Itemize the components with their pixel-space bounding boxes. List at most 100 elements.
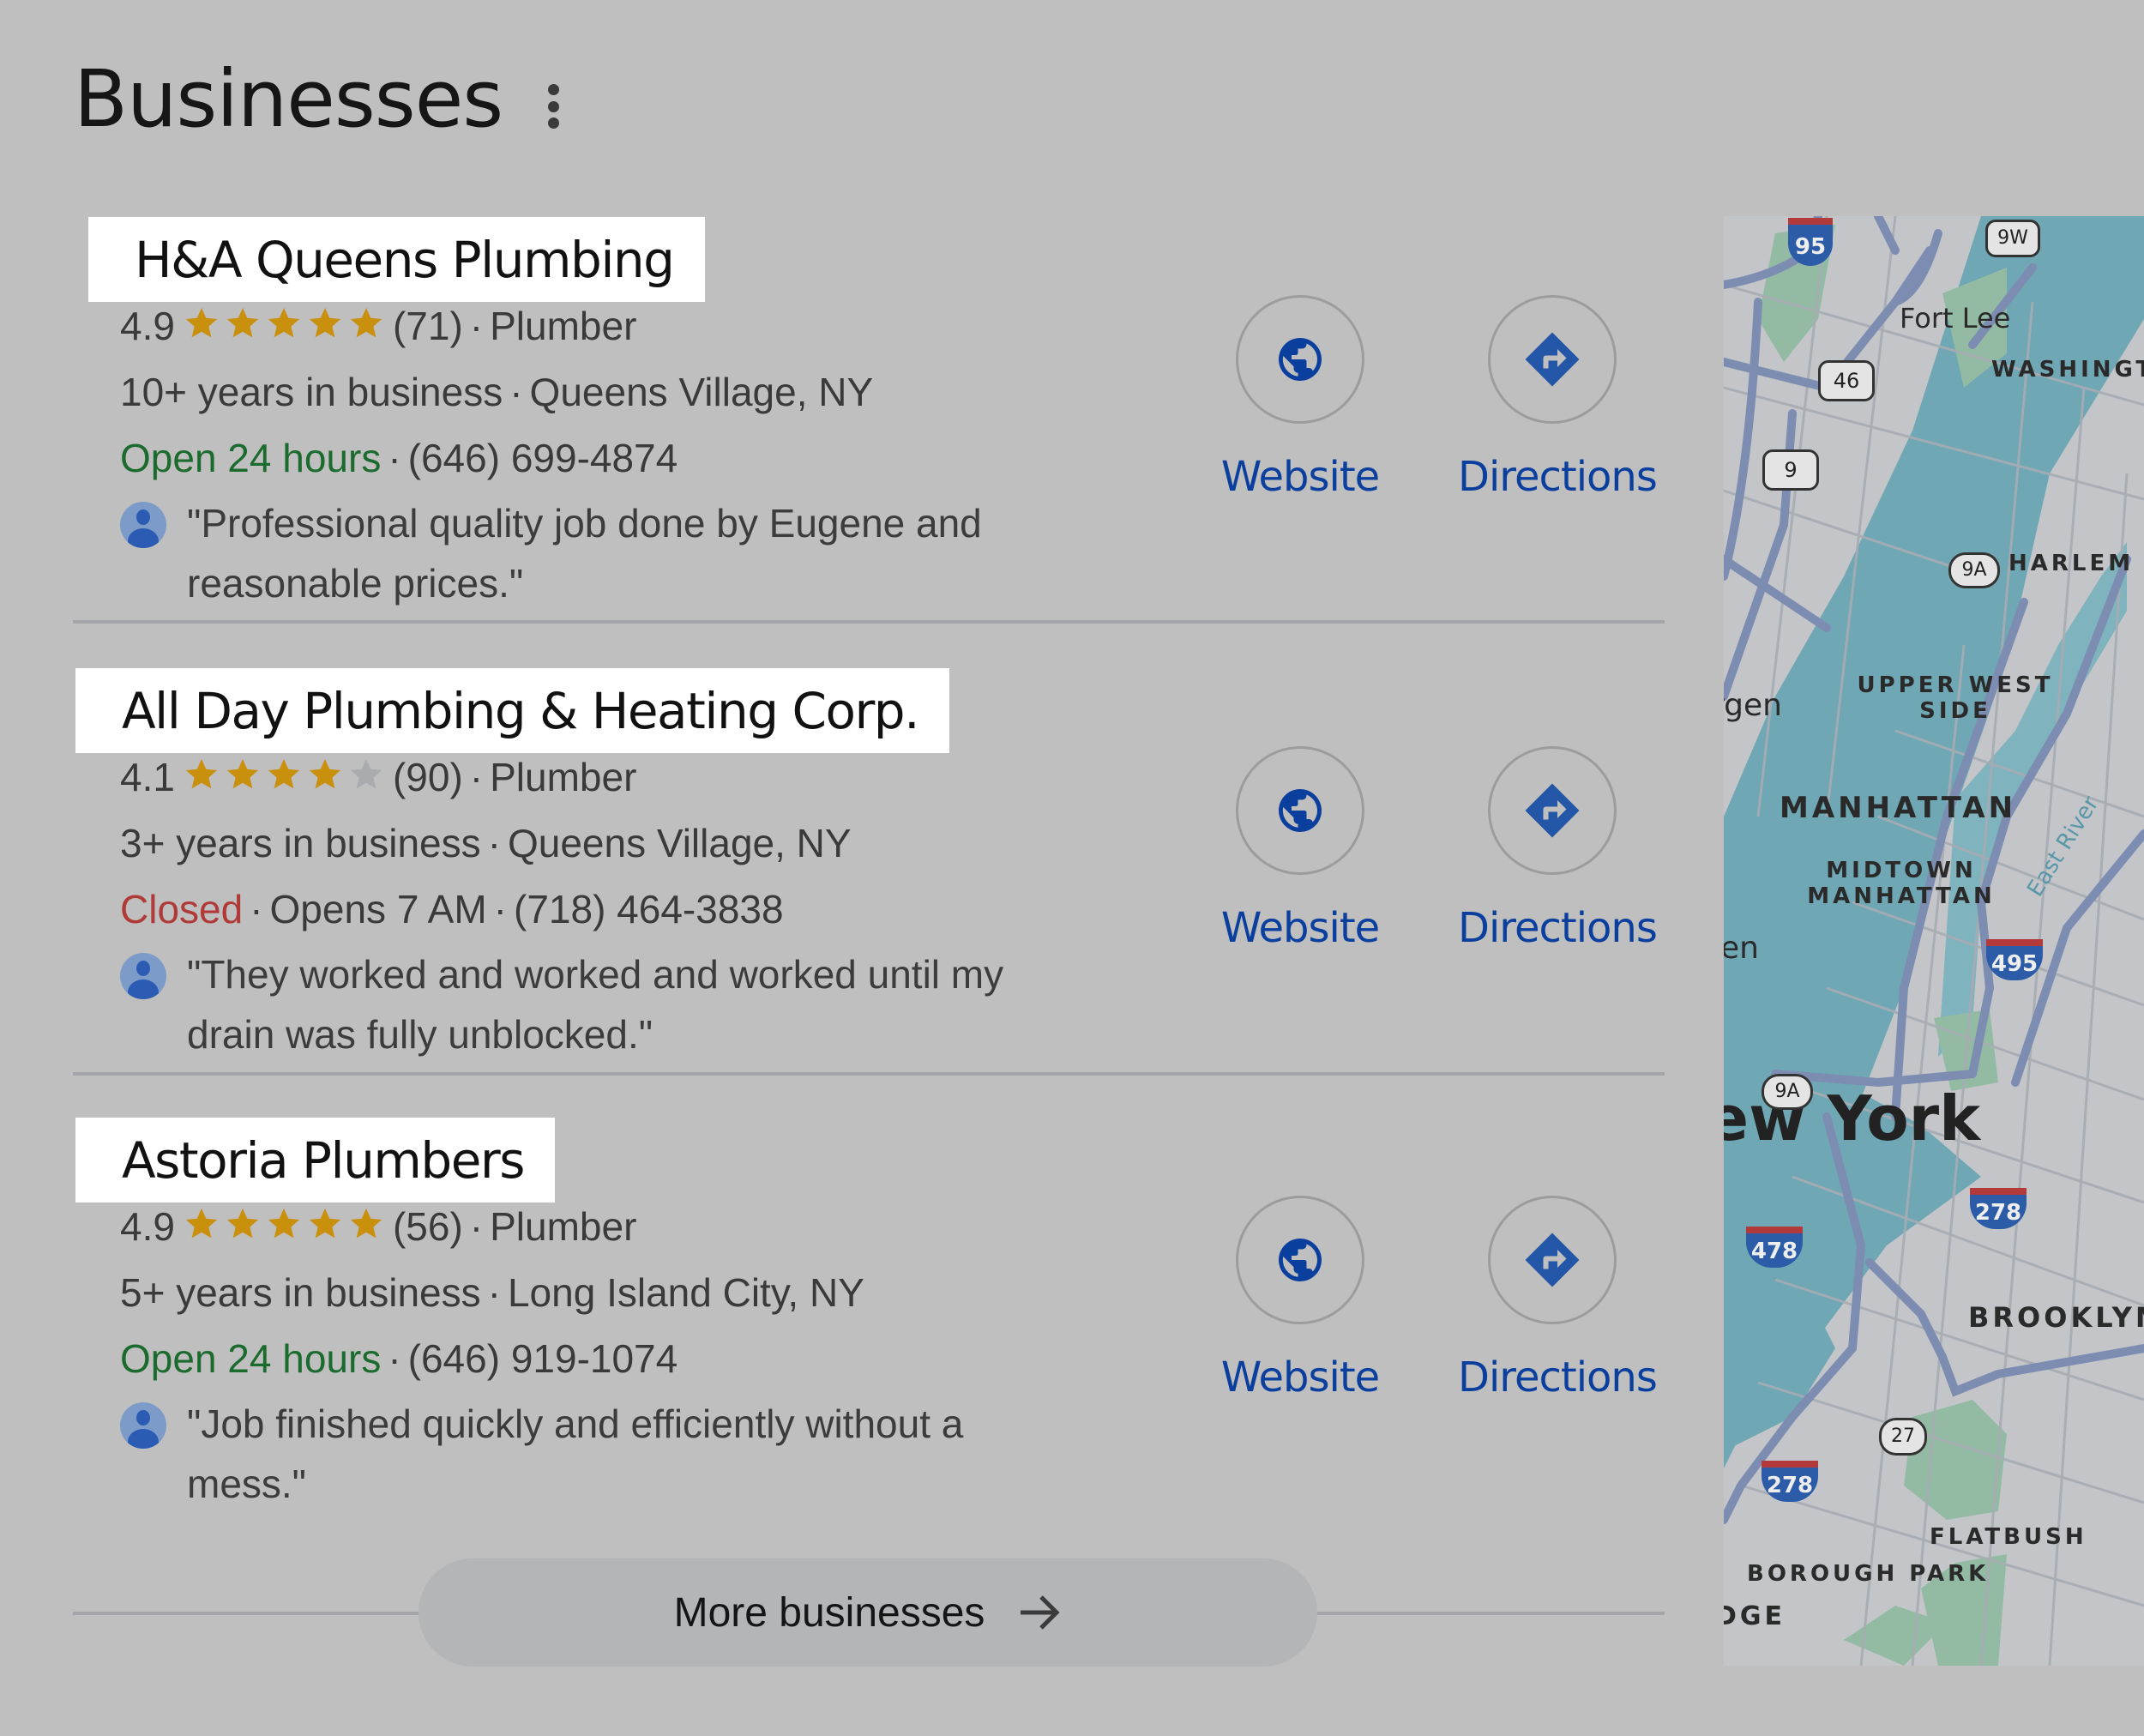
map-label: BROOKLYN — [1968, 1301, 2144, 1334]
more-businesses-button[interactable]: More businesses — [419, 1558, 1317, 1667]
divider — [73, 620, 1665, 624]
website-button[interactable]: Website — [1206, 1196, 1394, 1401]
directions-button-circle[interactable] — [1488, 295, 1617, 424]
location: Queens Village, NY — [507, 821, 852, 865]
website-button-circle[interactable] — [1236, 295, 1364, 424]
directions-button[interactable]: Directions — [1458, 295, 1658, 501]
location: Queens Village, NY — [529, 370, 874, 414]
rating-value: 4.9 — [120, 304, 175, 348]
map[interactable]: Fort Lee WASHINGTON HEIGHTS HARLEM UPPER… — [1724, 216, 2144, 1666]
interstate-shield: 495 — [1986, 939, 2043, 980]
separator: · — [469, 755, 484, 799]
location: Long Island City, NY — [507, 1270, 864, 1315]
star-filled-icon — [182, 1205, 221, 1253]
open-status: Open 24 hours — [120, 1336, 382, 1381]
category: Plumber — [490, 1204, 637, 1249]
star-rating — [182, 756, 386, 804]
directions-button-circle[interactable] — [1488, 746, 1617, 875]
separator: · — [469, 304, 484, 348]
phone-number[interactable]: (718) 464-3838 — [514, 887, 784, 931]
phone-number[interactable]: (646) 919-1074 — [408, 1336, 678, 1381]
more-vert-icon[interactable] — [539, 84, 568, 129]
open-status: Closed — [120, 887, 244, 931]
us-route-shield: 9 — [1762, 449, 1819, 491]
star-filled-icon — [223, 756, 262, 804]
star-empty-icon — [346, 756, 386, 804]
separator: · — [388, 436, 401, 480]
directions-button[interactable]: Directions — [1458, 746, 1658, 952]
map-label: BOROUGH PARK — [1747, 1561, 1990, 1587]
globe-icon — [1279, 1239, 1322, 1281]
review-count[interactable]: (56) — [393, 1204, 463, 1249]
business-name-link[interactable]: All Day Plumbing & Heating Corp. — [75, 668, 950, 753]
category: Plumber — [490, 304, 637, 348]
star-filled-icon — [182, 304, 221, 353]
interstate-shield: 278 — [1970, 1188, 2027, 1229]
review-count[interactable]: (90) — [393, 755, 463, 799]
hours-row: Open 24 hours · (646) 919-1074 — [120, 1335, 678, 1383]
website-label: Website — [1220, 1353, 1380, 1401]
interstate-shield: 278 — [1762, 1461, 1818, 1502]
reviewer-avatar-icon — [120, 1402, 166, 1449]
star-filled-icon — [305, 1205, 345, 1253]
more-businesses-label: More businesses — [673, 1589, 985, 1636]
directions-label: Directions — [1458, 1353, 1658, 1401]
state-route-shield: 9A — [1762, 1074, 1813, 1110]
business-name: All Day Plumbing & Heating Corp. — [122, 681, 920, 740]
star-filled-icon — [346, 1205, 386, 1253]
business-name-link[interactable]: Astoria Plumbers — [75, 1118, 555, 1203]
section-title: Businesses — [74, 53, 503, 145]
globe-icon — [1279, 338, 1322, 381]
directions-button[interactable]: Directions — [1458, 1196, 1658, 1401]
map-label: HARLEM — [2008, 551, 2135, 576]
star-filled-icon — [223, 1205, 262, 1253]
separator: · — [487, 1270, 501, 1315]
map-canvas — [1724, 216, 2144, 1666]
separator: · — [250, 887, 263, 931]
hours-row: Closed · Opens 7 AM · (718) 464-3838 — [120, 885, 784, 933]
state-route-shield: 27 — [1879, 1418, 1927, 1456]
phone-number[interactable]: (646) 699-4874 — [408, 436, 678, 480]
directions-icon — [1525, 332, 1580, 387]
hours-note: Opens 7 AM — [269, 887, 487, 931]
map-label: MANHATTAN — [1780, 791, 2017, 825]
website-button-circle[interactable] — [1236, 746, 1364, 875]
years-in-business: 5+ years in business — [120, 1270, 481, 1315]
review-text: "Job finished quickly and efficiently wi… — [187, 1401, 964, 1506]
star-filled-icon — [264, 756, 304, 804]
details-row: 5+ years in business · Long Island City, N… — [120, 1269, 864, 1317]
divider — [73, 1072, 1665, 1076]
hours-row: Open 24 hours · (646) 699-4874 — [120, 434, 678, 482]
reviewer-avatar-icon — [120, 953, 166, 999]
reviewer-avatar-icon — [120, 502, 166, 548]
rating-row: 4.9 (71) · Plumber — [120, 302, 636, 353]
years-in-business: 10+ years in business — [120, 370, 503, 414]
rating-row: 4.1 (90) · Plumber — [120, 753, 636, 804]
map-label: MIDTOWN MANHATTAN — [1807, 858, 1996, 909]
globe-icon — [1279, 789, 1322, 832]
map-label: FLATBUSH — [1930, 1524, 2087, 1550]
review-count[interactable]: (71) — [393, 304, 463, 348]
website-button[interactable]: Website — [1206, 746, 1394, 952]
star-filled-icon — [264, 304, 304, 353]
rating-value: 4.1 — [120, 755, 175, 799]
separator: · — [493, 887, 507, 931]
separator: · — [509, 370, 523, 414]
state-route-shield: 9A — [1948, 552, 2000, 588]
star-rating — [182, 1205, 386, 1253]
map-label: rgen — [1724, 688, 1782, 723]
website-button[interactable]: Website — [1206, 295, 1394, 501]
business-name-link[interactable]: H&A Queens Plumbing — [88, 217, 705, 302]
map-label: UPPER WEST SIDE — [1857, 672, 2054, 724]
directions-icon — [1525, 783, 1580, 838]
separator: · — [388, 1336, 401, 1381]
review-text: "They worked and worked and worked until… — [187, 952, 1004, 1057]
interstate-shield: 478 — [1746, 1227, 1803, 1268]
category: Plumber — [490, 755, 637, 799]
directions-button-circle[interactable] — [1488, 1196, 1617, 1324]
star-filled-icon — [223, 304, 262, 353]
directions-label: Directions — [1458, 453, 1658, 501]
directions-icon — [1525, 1233, 1580, 1287]
open-status: Open 24 hours — [120, 436, 382, 480]
website-button-circle[interactable] — [1236, 1196, 1364, 1324]
